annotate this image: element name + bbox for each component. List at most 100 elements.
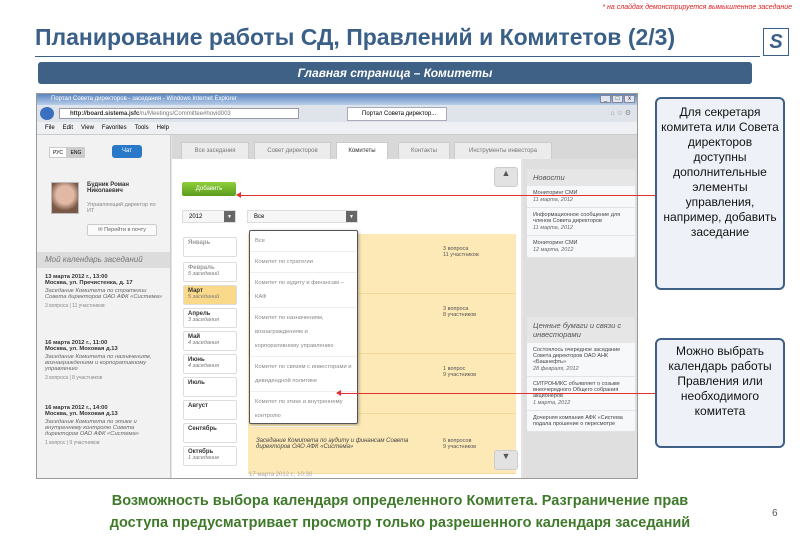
news-text: Информационное сообщение для членов Сове… bbox=[533, 212, 621, 224]
month-item[interactable]: Июль bbox=[183, 377, 237, 397]
tab-investor-tools[interactable]: Инструменты инвестора bbox=[454, 142, 552, 159]
committee-dropdown: Все Комитет по стратегии Комитет по ауди… bbox=[249, 230, 358, 427]
committee-select[interactable]: Все ▼ bbox=[247, 210, 358, 223]
securities-text: Состоялось очередное заседание Совета ди… bbox=[533, 347, 621, 365]
chat-button[interactable]: Чат bbox=[112, 145, 142, 158]
minimize-button[interactable]: _ bbox=[600, 95, 611, 103]
user-name: Будник Роман Николаевич bbox=[87, 182, 129, 194]
mail-button-label: Перейти в почту bbox=[104, 227, 147, 233]
month-count: 3 заседания bbox=[188, 317, 220, 323]
menu-favorites[interactable]: Favorites bbox=[102, 125, 127, 131]
arrow-to-add-button bbox=[236, 192, 655, 198]
summary-line-1: Возможность выбора календаря определенно… bbox=[111, 493, 689, 509]
news-text: Мониторинг СМИ bbox=[533, 240, 578, 246]
month-item[interactable]: Январь bbox=[183, 237, 237, 257]
month-count: 5 заседаний bbox=[188, 271, 220, 277]
securities-text: Дочерняя компания АФК «Система подала пр… bbox=[533, 415, 623, 427]
lang-ru[interactable]: РУС bbox=[49, 147, 67, 158]
month-count: 5 заседаний bbox=[188, 294, 220, 300]
menu-help[interactable]: Help bbox=[157, 125, 169, 131]
address-bar-row: http://board.sistema.jsfc/ru/Meetings/Co… bbox=[37, 105, 637, 122]
event-title: Заседание Комитета по назначениям, возна… bbox=[45, 354, 152, 372]
calendar-event[interactable]: 16 марта 2012 г., 14:00 Москва, ул. Мохов… bbox=[45, 405, 167, 446]
news-item[interactable]: Мониторинг СМИ 12 марта, 2012 bbox=[527, 236, 635, 258]
go-to-mail-button[interactable]: ✉ Перейти в почту bbox=[87, 224, 157, 236]
month-item[interactable]: Май 4 заседания bbox=[183, 331, 237, 351]
dropdown-option[interactable]: Комитет по связям с инвесторами и дивиде… bbox=[250, 357, 357, 392]
callout-calendar-choice: Можно выбрать календарь работы Правления… bbox=[655, 338, 785, 448]
tab-contacts[interactable]: Контакты bbox=[398, 142, 450, 159]
menu-view[interactable]: View bbox=[81, 125, 94, 131]
dropdown-option[interactable]: Комитет по назначениям, вознаграждениям … bbox=[250, 308, 357, 357]
menu-file[interactable]: File bbox=[45, 125, 55, 131]
news-item[interactable]: Информационное сообщение для членов Сове… bbox=[527, 208, 635, 236]
right-sidebar: Новости Мониторинг СМИ 11 марта, 2012 Инф… bbox=[523, 159, 637, 478]
news-date: 12 марта, 2012 bbox=[533, 247, 574, 253]
securities-item[interactable]: СИТРОНИКС объявляет о созыве внеочередно… bbox=[527, 377, 635, 411]
month-count: 4 заседания bbox=[188, 363, 220, 369]
dropdown-option[interactable]: Комитет по стратегии bbox=[250, 252, 357, 273]
summary-line-2: доступа предусматривает просмотр только … bbox=[109, 515, 691, 531]
scroll-up-button[interactable]: ▲ bbox=[494, 167, 518, 187]
close-button[interactable]: x bbox=[624, 95, 635, 103]
event-place: Москва, ул. Пречистенка, д. 17 bbox=[45, 280, 133, 286]
event-counts: 1 вопрос | 9 участников bbox=[45, 440, 100, 446]
news-title: Новости bbox=[527, 169, 635, 186]
menu-edit[interactable]: Edit bbox=[63, 125, 73, 131]
month-count: 4 заседания bbox=[188, 340, 220, 346]
tab-committees[interactable]: Комитеты bbox=[336, 142, 388, 159]
month-item[interactable]: Июнь 4 заседания bbox=[183, 354, 237, 374]
section-banner: Главная страница – Комитеты bbox=[38, 62, 752, 84]
calendar-event[interactable]: 16 марта 2012 г., 11:00 Москва, ул. Мохов… bbox=[45, 340, 167, 381]
securities-item[interactable]: Дочерняя компания АФК «Система подала пр… bbox=[527, 411, 635, 432]
event-counts: 3 вопроса | 8 участников bbox=[45, 375, 103, 381]
home-star-gear-icons[interactable]: ⌂ ☆ ⚙ bbox=[610, 109, 631, 117]
meeting-desc: Заседание Комитета по аудиту и финансам … bbox=[256, 438, 409, 450]
tab-bar: Все заседания Совет директоров Комитеты … bbox=[172, 135, 637, 159]
calendar-title: Мой календарь заседаний bbox=[37, 252, 170, 268]
year-select[interactable]: 2012 ▼ bbox=[182, 210, 236, 223]
url-field[interactable]: http://board.sistema.jsfc/ru/Meetings/Co… bbox=[59, 108, 299, 119]
month-item[interactable]: Март 5 заседаний bbox=[183, 285, 237, 305]
back-icon[interactable] bbox=[40, 107, 54, 120]
menu-bar: File Edit View Favorites Tools Help bbox=[37, 122, 637, 135]
tab-all-meetings[interactable]: Все заседания bbox=[181, 142, 249, 159]
dropdown-option[interactable]: Комитет по аудиту и финансам – КАФ bbox=[250, 273, 357, 308]
news-date: 11 марта, 2012 bbox=[533, 197, 573, 203]
securities-text: СИТРОНИКС объявляет о созыве внеочередно… bbox=[533, 381, 620, 399]
scroll-down-button[interactable]: ▼ bbox=[494, 450, 518, 470]
lang-en[interactable]: ENG bbox=[67, 147, 85, 158]
meeting-participants: 9 участников bbox=[443, 444, 477, 450]
news-box: Новости Мониторинг СМИ 11 марта, 2012 Инф… bbox=[527, 169, 635, 258]
month-item[interactable]: Февраль 5 заседаний bbox=[183, 262, 237, 282]
news-date: 11 марта, 2012 bbox=[533, 225, 573, 231]
event-counts: 3 вопроса | 11 участников bbox=[45, 303, 105, 309]
meeting-participants: 8 участников bbox=[443, 312, 477, 318]
month-item[interactable]: Апрель 3 заседания bbox=[183, 308, 237, 328]
disclaimer-note: * на слайдах демонстрируется вымышленное… bbox=[602, 4, 792, 11]
avatar bbox=[51, 182, 79, 214]
tab-board[interactable]: Совет директоров bbox=[254, 142, 331, 159]
dropdown-option[interactable]: Комитет по этике и внутреннему контролю bbox=[250, 392, 357, 427]
event-place: Москва, ул. Моховая д.13 bbox=[45, 346, 118, 352]
securities-item[interactable]: Состоялось очередное заседание Совета ди… bbox=[527, 343, 635, 377]
arrow-to-dropdown bbox=[336, 390, 655, 396]
event-place: Москва, ул. Моховая д.13 bbox=[45, 411, 118, 417]
month-name: Сентябрь bbox=[188, 426, 217, 432]
chevron-down-icon: ▼ bbox=[346, 211, 357, 222]
chevron-down-icon: ▼ bbox=[224, 211, 235, 222]
news-item[interactable]: Мониторинг СМИ 11 марта, 2012 bbox=[527, 186, 635, 208]
window-title: Портал Совета директоров - заседания - W… bbox=[37, 94, 637, 105]
securities-title: Ценные бумаги и связи с инвесторами bbox=[527, 317, 635, 343]
dropdown-option[interactable]: Все bbox=[250, 231, 357, 252]
month-item[interactable]: Октябрь 1 заседание bbox=[183, 446, 237, 466]
browser-tab[interactable]: Портал Совета директор... bbox=[347, 107, 447, 121]
maximize-button[interactable]: □ bbox=[612, 95, 623, 103]
month-item[interactable]: Сентябрь bbox=[183, 423, 237, 443]
add-meeting-button[interactable]: Добавить bbox=[182, 182, 236, 196]
url-host: http://board.sistema.jsfc bbox=[70, 111, 140, 117]
calendar-event[interactable]: 13 марта 2012 г., 13:00 Москва, ул. Пречи… bbox=[45, 274, 167, 309]
month-item[interactable]: Август bbox=[183, 400, 237, 420]
page-number: 6 bbox=[772, 508, 778, 519]
menu-tools[interactable]: Tools bbox=[135, 125, 149, 131]
